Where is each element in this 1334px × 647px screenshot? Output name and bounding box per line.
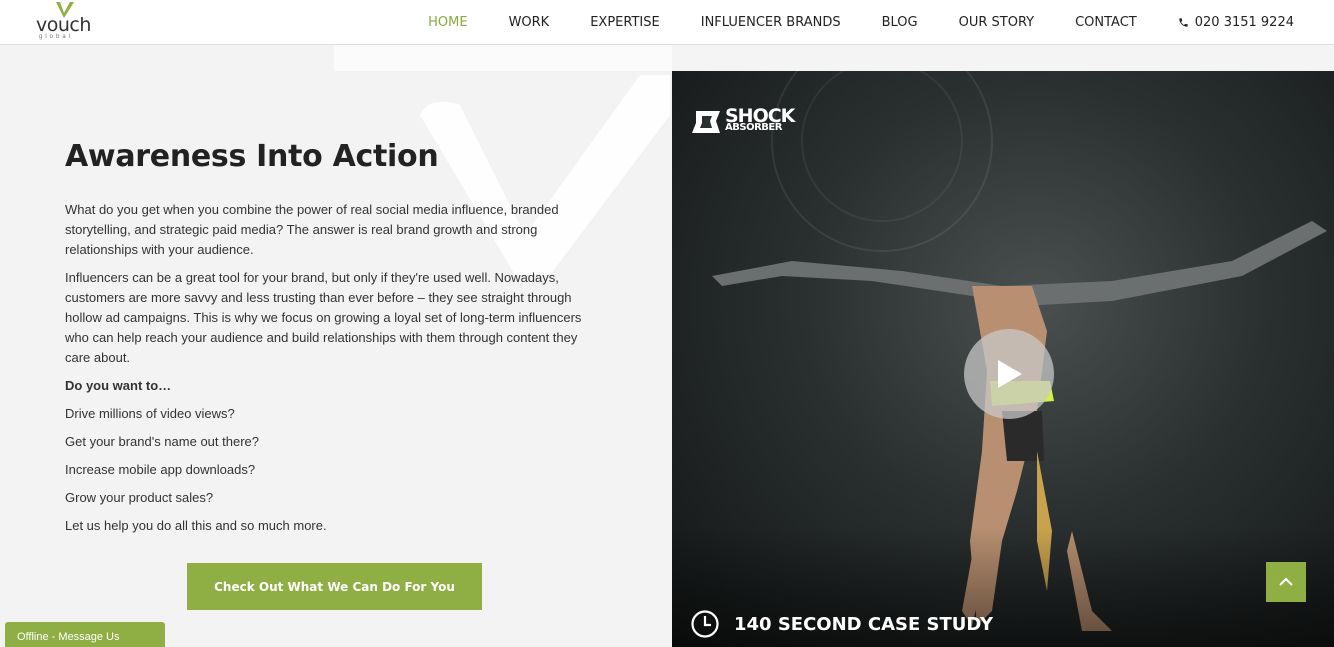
phone-number: 020 3151 9224 (1194, 14, 1294, 30)
phone-icon (1179, 17, 1188, 27)
nav-our-story[interactable]: OUR STORY (959, 15, 1034, 30)
list-item: Get your brand's name out there? (65, 434, 259, 449)
watermark-strip (334, 45, 672, 71)
brand-line1: SHOCK (725, 105, 795, 127)
logo-wordmark: vouch (36, 14, 91, 36)
intro-section: Awareness Into Action What do you get wh… (0, 45, 672, 647)
chat-widget-button[interactable]: Offline - Message Us (5, 622, 165, 647)
intro-copy: What do you get when you combine the pow… (65, 200, 605, 544)
chevron-up-icon (1279, 577, 1293, 586)
site-header: vouch global HOME WORK EXPERTISE INFLUEN… (0, 0, 1334, 45)
main-nav: HOME WORK EXPERTISE INFLUENCER BRANDS BL… (387, 0, 1294, 44)
nav-home[interactable]: HOME (428, 15, 467, 30)
nav-phone[interactable]: 020 3151 9224 (1178, 15, 1294, 30)
logo-subtitle: global (39, 34, 74, 40)
shock-absorber-logo: SHOCK ABSORBER (690, 105, 795, 135)
shock-absorber-icon (692, 111, 720, 133)
nav-contact[interactable]: CONTACT (1075, 15, 1137, 30)
list-item: Grow your product sales? (65, 490, 214, 505)
site-logo[interactable]: vouch global (36, 0, 96, 44)
nav-influencer-brands[interactable]: INFLUENCER BRANDS (701, 15, 841, 30)
nav-work[interactable]: WORK (509, 15, 550, 30)
scroll-to-top-button[interactable] (1266, 562, 1306, 602)
list-item: Let us help you do all this and so much … (65, 518, 327, 533)
intro-paragraph: What do you get when you combine the pow… (65, 202, 559, 257)
page-headline: Awareness Into Action (65, 139, 439, 174)
play-icon (998, 360, 1022, 388)
brand-wordmark: SHOCK ABSORBER (725, 105, 795, 134)
case-study-video[interactable]: SHOCK ABSORBER 140 SECOND CASE STUDY (672, 71, 1334, 647)
intro-paragraph: Influencers can be a great tool for your… (65, 270, 582, 365)
cta-button[interactable]: Check Out What We Can Do For You (187, 563, 482, 610)
clock-icon (691, 610, 719, 638)
question-heading: Do you want to… (65, 378, 172, 393)
case-study-label: 140 SECOND CASE STUDY (734, 613, 994, 635)
nav-expertise[interactable]: EXPERTISE (590, 15, 660, 30)
nav-blog[interactable]: BLOG (882, 15, 918, 30)
list-item: Increase mobile app downloads? (65, 462, 256, 477)
list-item: Drive millions of video views? (65, 406, 235, 421)
play-button[interactable] (964, 329, 1054, 419)
case-study-caption: 140 SECOND CASE STUDY (690, 609, 993, 639)
